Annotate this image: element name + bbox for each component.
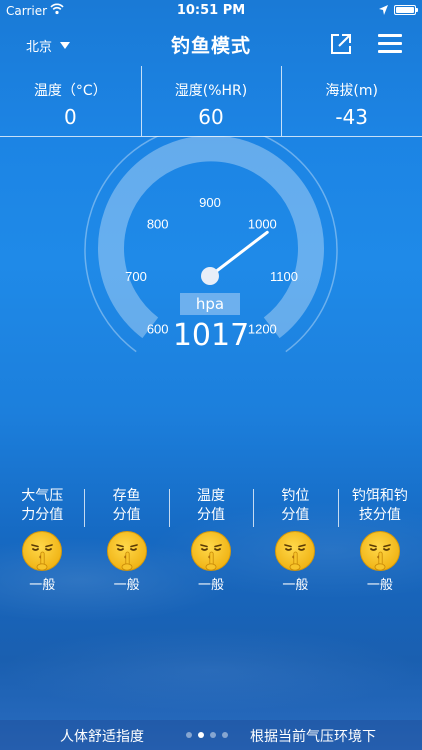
index-level: 一般 — [113, 578, 140, 593]
stat-value: 0 — [63, 105, 77, 129]
page-dot[interactable] — [210, 732, 216, 738]
location-arrow-icon — [379, 5, 388, 15]
unit-badge: hpa — [180, 293, 240, 315]
index-fishing-spot[interactable]: 钓位 分值 一般 — [253, 487, 337, 597]
bottom-bar: 人体舒适指度 根据当前气压环境下 — [0, 720, 422, 750]
page-dot[interactable] — [198, 732, 204, 738]
page-indicator[interactable] — [186, 732, 228, 738]
share-icon[interactable] — [330, 33, 352, 55]
shush-face-icon — [190, 530, 232, 572]
index-level: 一般 — [29, 578, 56, 593]
shush-face-icon — [274, 530, 316, 572]
battery-icon — [394, 5, 418, 15]
status-time: 10:51 PM — [176, 3, 246, 18]
gauge-needle — [208, 230, 269, 278]
fishing-indexes: 大气压 力分值 一般 存鱼 分值 一般 温度 分值 一般 钓位 分值 一般 钓饵… — [0, 487, 422, 597]
gauge-hub — [201, 267, 219, 285]
index-bait-technique[interactable]: 钓饵和钓 技分值 一般 — [337, 487, 422, 597]
index-name: 存鱼 分值 — [112, 488, 141, 523]
stat-value: 60 — [198, 105, 224, 129]
gauge-tick-label: 800 — [147, 217, 169, 232]
comfort-index-link[interactable]: 人体舒适指度 — [60, 726, 144, 746]
pressure-note-link[interactable]: 根据当前气压环境下 — [250, 726, 376, 746]
index-name: 温度 分值 — [197, 488, 226, 523]
stat-humidity: 湿度(%HR) 60 — [140, 66, 282, 136]
gauge-tick-label: 1100 — [270, 269, 298, 284]
page-dot[interactable] — [186, 732, 192, 738]
gauge-tick-label: 1000 — [248, 217, 277, 232]
menu-icon[interactable] — [378, 34, 402, 54]
stat-value: -43 — [335, 105, 369, 129]
stat-temperature: 温度（°C） 0 — [0, 66, 141, 136]
index-name: 钓位 分值 — [281, 488, 310, 523]
stat-label: 海拔(m) — [325, 83, 378, 99]
weather-stats: 温度（°C） 0 湿度(%HR) 60 海拔(m) -43 — [0, 66, 422, 137]
index-name: 大气压 力分值 — [21, 488, 64, 523]
shush-face-icon — [106, 530, 148, 572]
stat-altitude: 海拔(m) -43 — [281, 66, 422, 136]
shush-face-icon — [359, 530, 401, 572]
page-title: 钓鱼模式 — [170, 35, 251, 57]
index-level: 一般 — [366, 578, 393, 593]
index-temperature[interactable]: 温度 分值 一般 — [168, 487, 253, 597]
stat-label: 温度（°C） — [33, 83, 107, 99]
shush-face-icon — [21, 530, 63, 572]
status-bar: Carrier 10:51 PM — [0, 0, 422, 22]
index-name: 钓饵和钓 技分值 — [351, 488, 408, 523]
nav-bar: 北京 钓鱼模式 — [0, 22, 422, 66]
stat-label: 湿度(%HR) — [174, 83, 248, 99]
page-dot[interactable] — [222, 732, 228, 738]
pressure-value: 1017 — [172, 318, 250, 353]
index-fish-stock[interactable]: 存鱼 分值 一般 — [84, 487, 168, 597]
index-level: 一般 — [282, 578, 309, 593]
gauge-tick-label: 700 — [125, 269, 147, 284]
index-level: 一般 — [198, 578, 225, 593]
index-pressure[interactable]: 大气压 力分值 一般 — [0, 487, 84, 597]
gauge-tick-label: 900 — [199, 195, 221, 210]
